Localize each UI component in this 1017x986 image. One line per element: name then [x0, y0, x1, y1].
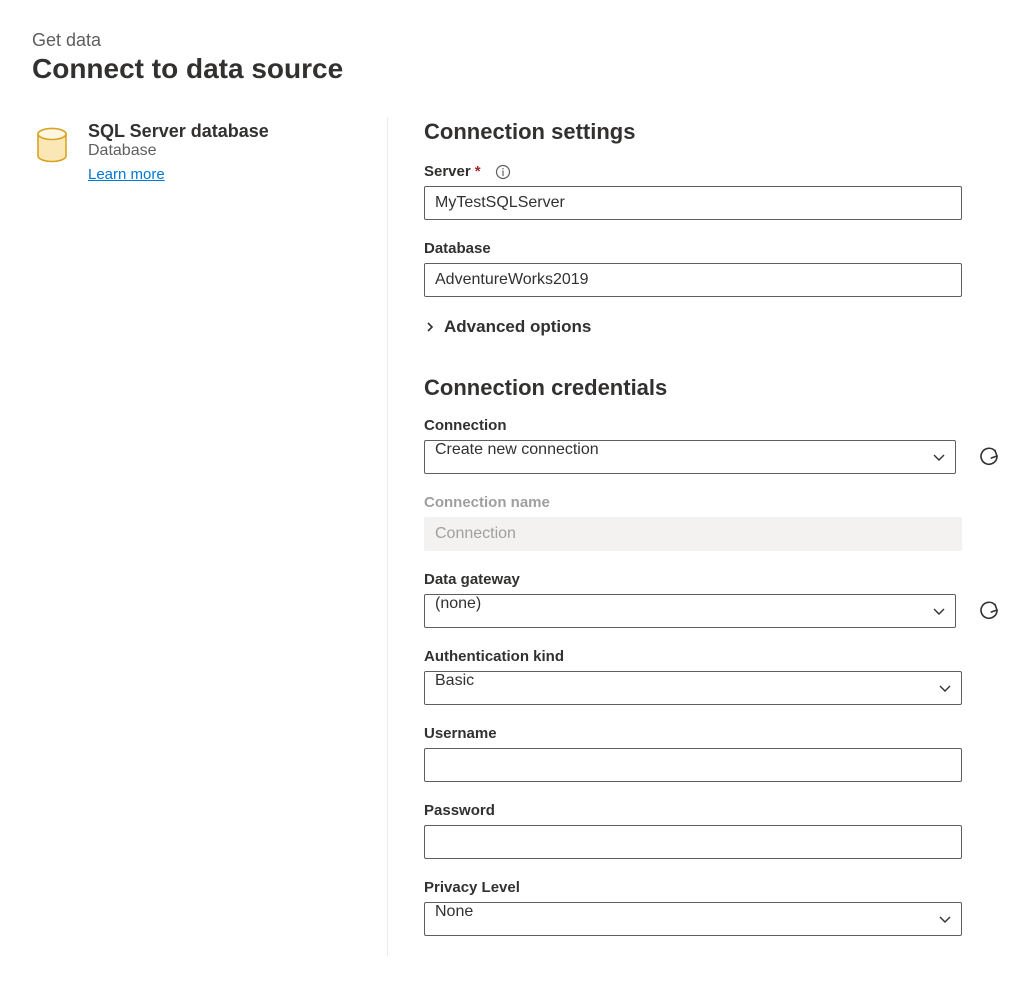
chevron-right-icon: [424, 321, 436, 333]
connection-label: Connection: [424, 417, 1000, 434]
required-indicator: *: [475, 163, 481, 180]
advanced-options-toggle[interactable]: Advanced options: [424, 317, 1000, 337]
username-label: Username: [424, 725, 1000, 742]
privacy-level-select[interactable]: None: [424, 902, 962, 936]
database-input[interactable]: [424, 263, 962, 297]
breadcrumb: Get data: [32, 30, 1017, 51]
database-label: Database: [424, 240, 1000, 257]
password-label: Password: [424, 802, 1000, 819]
auth-kind-label: Authentication kind: [424, 648, 1000, 665]
gateway-select[interactable]: (none): [424, 594, 956, 628]
server-input[interactable]: [424, 186, 962, 220]
refresh-gateway-button[interactable]: [978, 600, 1000, 622]
refresh-icon: [979, 446, 999, 469]
page-title: Connect to data source: [32, 53, 1017, 85]
password-input[interactable]: [424, 825, 962, 859]
connection-name-input: [424, 517, 962, 551]
connection-credentials-heading: Connection credentials: [424, 375, 1000, 401]
advanced-options-label: Advanced options: [444, 317, 591, 337]
username-input[interactable]: [424, 748, 962, 782]
refresh-icon: [979, 600, 999, 623]
main-form: Connection settings Server * Database: [388, 117, 1000, 956]
learn-more-link[interactable]: Learn more: [88, 166, 165, 183]
connection-name-label: Connection name: [424, 494, 1000, 511]
server-label: Server *: [424, 163, 1000, 180]
info-icon[interactable]: [495, 164, 511, 180]
connection-select[interactable]: Create new connection: [424, 440, 956, 474]
source-title: SQL Server database: [88, 121, 269, 142]
gateway-label: Data gateway: [424, 571, 1000, 588]
connection-settings-heading: Connection settings: [424, 119, 1000, 145]
sidebar: SQL Server database Database Learn more: [32, 117, 388, 956]
database-icon: [32, 121, 72, 169]
auth-kind-select[interactable]: Basic: [424, 671, 962, 705]
server-label-text: Server: [424, 163, 471, 180]
source-subtitle: Database: [88, 142, 269, 160]
refresh-connection-button[interactable]: [978, 446, 1000, 468]
privacy-level-label: Privacy Level: [424, 879, 1000, 896]
